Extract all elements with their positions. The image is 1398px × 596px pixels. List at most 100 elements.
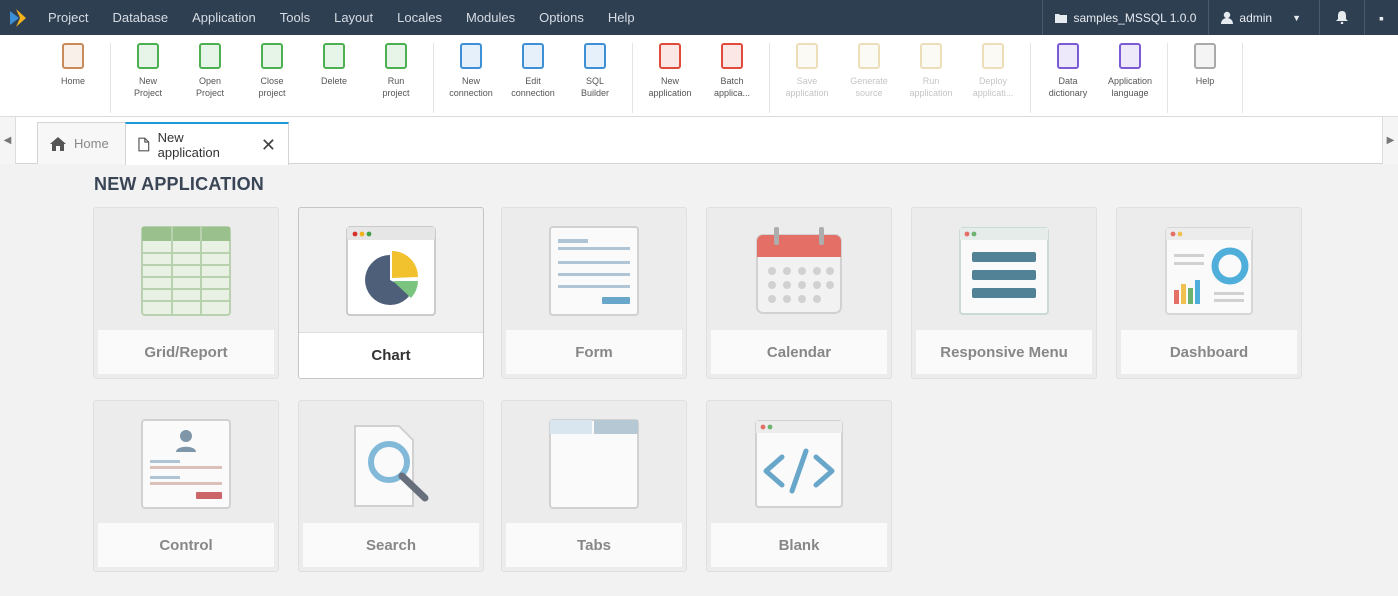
card-search[interactable]: Search: [298, 400, 484, 572]
arrow-right-icon: ▶: [1386, 135, 1395, 146]
generate-source-button[interactable]: Generate source: [838, 43, 900, 113]
toolbar-button-label: Save application: [785, 76, 829, 98]
menu-tools[interactable]: Tools: [268, 0, 322, 35]
document-icon: [138, 137, 150, 152]
close-project-icon: [261, 43, 283, 69]
edit-connection-button[interactable]: Edit connection: [502, 43, 564, 113]
project-selector[interactable]: samples_MSSQL 1.0.0: [1043, 11, 1208, 25]
pie-chart-icon: [346, 226, 436, 316]
new-connection-icon: [460, 43, 482, 69]
app-logo[interactable]: [0, 0, 36, 35]
deploy-applicati-icon: [982, 43, 1004, 69]
form-icon: [549, 226, 639, 316]
batch-applica-button[interactable]: Batch applica...: [701, 43, 763, 113]
card-blank[interactable]: Blank: [706, 400, 892, 572]
bell-icon: [1336, 11, 1349, 24]
more-icon: ▪: [1379, 9, 1384, 26]
card-responsive-menu[interactable]: Responsive Menu: [911, 207, 1097, 379]
menu-modules[interactable]: Modules: [454, 0, 527, 35]
user-name: admin: [1239, 10, 1273, 25]
help-button[interactable]: Help: [1174, 43, 1236, 113]
menu-locales[interactable]: Locales: [385, 0, 454, 35]
toolbar-button-label: Deploy applicati...: [972, 76, 1014, 98]
batch-applica-icon: [721, 43, 743, 69]
card-label: Control: [98, 523, 274, 567]
menu-layout[interactable]: Layout: [322, 0, 385, 35]
project-name: samples_MSSQL 1.0.0: [1073, 10, 1197, 25]
toolbar-button-label: Open Project: [195, 76, 224, 98]
menu-project[interactable]: Project: [36, 0, 100, 35]
data-dictionary-icon: [1057, 43, 1079, 69]
run-project-button[interactable]: Run project: [365, 43, 427, 113]
grid-icon: [141, 226, 231, 316]
edit-connection-icon: [522, 43, 544, 69]
menubar: Project Database Application Tools Layou…: [0, 0, 1398, 35]
page-title: NEW APPLICATION: [94, 174, 264, 194]
tabs-scroll-right-button[interactable]: ▶: [1382, 117, 1398, 164]
toolbar-group: Save application Generate source Run appli…: [770, 43, 1031, 113]
toolbar-button-label: Edit connection: [511, 76, 555, 98]
new-project-button[interactable]: New Project: [117, 43, 179, 113]
tab-new-application[interactable]: New application ✕: [125, 122, 289, 165]
calendar-icon: [756, 227, 842, 314]
toolbar-group: Help: [1168, 43, 1243, 113]
control-icon: [141, 419, 231, 509]
open-project-icon: [199, 43, 221, 69]
run-application-button[interactable]: Run application: [900, 43, 962, 113]
card-form[interactable]: Form: [501, 207, 687, 379]
search-icon: [354, 425, 429, 507]
tabs-scroll-left-button[interactable]: ◀: [0, 117, 16, 164]
toolbar-group: Home: [36, 43, 111, 113]
toolbar-button-label: Batch applica...: [713, 76, 751, 98]
application-language-button[interactable]: Application language: [1099, 43, 1161, 113]
save-application-button[interactable]: Save application: [776, 43, 838, 113]
data-dictionary-button[interactable]: Data dictionary: [1037, 43, 1099, 113]
menu-database[interactable]: Database: [100, 0, 180, 35]
card-dashboard[interactable]: Dashboard: [1116, 207, 1302, 379]
menu-application[interactable]: Application: [180, 0, 268, 35]
new-connection-button[interactable]: New connection: [440, 43, 502, 113]
card-control[interactable]: Control: [93, 400, 279, 572]
card-tabs[interactable]: Tabs: [501, 400, 687, 572]
new-application-icon: [659, 43, 681, 69]
card-label: Blank: [711, 523, 887, 567]
toolbar-button-label: Delete: [320, 76, 347, 86]
toolbar: Home New Project Open Project Close project…: [0, 35, 1398, 117]
close-icon[interactable]: ✕: [261, 136, 276, 154]
card-label: Dashboard: [1121, 330, 1297, 374]
toolbar-button-label: Home: [60, 76, 85, 86]
deploy-applicati-button[interactable]: Deploy applicati...: [962, 43, 1024, 113]
delete-button[interactable]: Delete: [303, 43, 365, 113]
toolbar-button-label: Run project: [382, 76, 410, 98]
arrow-left-icon: ◀: [3, 135, 12, 146]
folder-icon: [1055, 13, 1068, 23]
open-project-button[interactable]: Open Project: [179, 43, 241, 113]
run-project-icon: [385, 43, 407, 69]
toolbar-group: Data dictionary Application language: [1031, 43, 1168, 113]
close-project-button[interactable]: Close project: [241, 43, 303, 113]
code-icon: [755, 420, 843, 508]
card-label: Grid/Report: [98, 330, 274, 374]
notifications-button[interactable]: [1320, 11, 1364, 24]
toolbar-button-label: Run application: [909, 76, 953, 98]
menu-options[interactable]: Options: [527, 0, 596, 35]
tab-home[interactable]: Home: [37, 122, 126, 164]
user-menu[interactable]: admin ▼: [1209, 11, 1319, 25]
card-label: Tabs: [506, 523, 682, 567]
toolbar-button-label: SQL Builder: [580, 76, 609, 98]
sql-builder-button[interactable]: SQL Builder: [564, 43, 626, 113]
menu-more-button[interactable]: ▪: [1365, 10, 1398, 26]
logo-icon: [10, 8, 26, 27]
new-application-button[interactable]: New application: [639, 43, 701, 113]
generate-source-icon: [858, 43, 880, 69]
menu-help[interactable]: Help: [596, 0, 647, 35]
tabs-icon: [549, 419, 639, 509]
card-calendar[interactable]: Calendar: [706, 207, 892, 379]
toolbar-button-label: Close project: [258, 76, 286, 98]
sql-builder-icon: [584, 43, 606, 69]
card-grid-report[interactable]: Grid/Report: [93, 207, 279, 379]
menubar-right: samples_MSSQL 1.0.0 admin ▼ ▪: [1042, 0, 1398, 35]
card-chart[interactable]: Chart: [298, 207, 484, 379]
home-button[interactable]: Home: [42, 43, 104, 113]
menu-icon: [959, 227, 1049, 315]
